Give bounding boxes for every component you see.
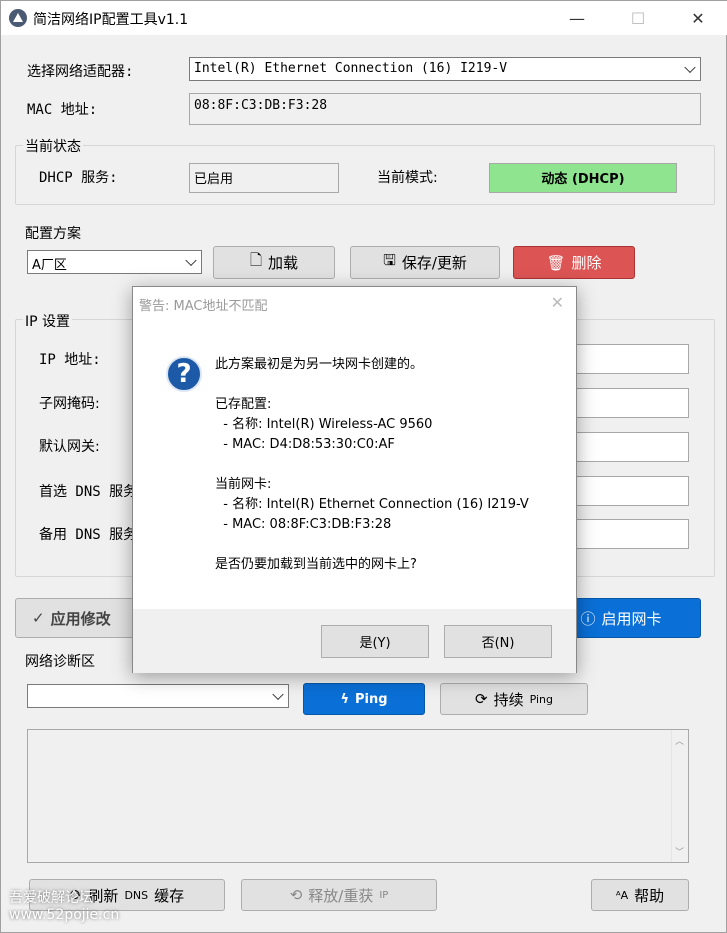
app-icon — [9, 9, 27, 27]
release-renew-button[interactable]: ⟲ 释放/重获 IP — [241, 879, 437, 911]
adapter-select[interactable]: Intel(R) Ethernet Connection (16) I219-V — [189, 57, 701, 81]
power-icon: ⓘ — [580, 609, 596, 628]
file-icon: 🗋 — [249, 251, 263, 269]
profile-title: 配置方案 — [23, 223, 83, 243]
ip-title: IP 设置 — [23, 311, 73, 331]
mask-label: 子网掩码: — [39, 396, 100, 412]
profile-select[interactable]: A厂区 — [27, 250, 202, 274]
ip-input[interactable] — [561, 344, 689, 374]
dialog-close-icon[interactable]: ✕ — [551, 293, 564, 312]
scrollbar[interactable]: ︿ ﹀ — [671, 730, 688, 862]
dialog-question: 是否仍要加载到当前选中的网卡上? — [215, 557, 417, 572]
maximize-button[interactable]: ☐ — [615, 1, 661, 35]
main-window: 简洁网络IP配置工具v1.1 — ☐ ✕ 选择网络适配器: Intel(R) E… — [0, 0, 727, 933]
mask-input[interactable] — [561, 388, 689, 418]
mac-mismatch-dialog: 警告: MAC地址不匹配 ✕ ? 此方案最初是为另一块网卡创建的。 已存配置: … — [132, 286, 577, 673]
continuous-ping-button[interactable]: ⟳ 持续 Ping — [440, 683, 588, 715]
chevron-up-icon[interactable]: ︿ — [675, 734, 684, 747]
profile-value: A厂区 — [32, 258, 67, 273]
watermark-line2: www.52pojie.cn — [9, 907, 120, 923]
dialog-footer: 是(Y) 否(N) — [133, 609, 576, 673]
close-button[interactable]: ✕ — [675, 1, 721, 35]
adapter-label: 选择网络适配器: — [27, 64, 134, 80]
chevron-down-icon — [272, 688, 284, 701]
delete-button[interactable]: 🗑 删除 — [513, 246, 635, 279]
diag-title: 网络诊断区 — [23, 651, 97, 671]
status-title: 当前状态 — [23, 136, 83, 156]
dialog-title: 警告: MAC地址不匹配 — [139, 299, 268, 314]
current-adapter-mac: - MAC: 08:8F:C3:DB:F3:28 — [215, 517, 392, 532]
dialog-message: 此方案最初是为另一块网卡创建的。 — [215, 357, 424, 372]
dns2-input[interactable] — [561, 519, 689, 549]
dns1-input[interactable] — [561, 476, 689, 506]
saved-config-heading: 已存配置: — [215, 397, 272, 412]
dhcp-label: DHCP 服务: — [39, 170, 118, 186]
saved-config-name: - 名称: Intel(R) Wireless-AC 9560 — [215, 417, 433, 432]
mode-badge: 动态 (DHCP) — [489, 163, 677, 193]
yes-button[interactable]: 是(Y) — [321, 625, 429, 658]
chevron-down-icon — [185, 254, 197, 267]
load-button[interactable]: 🗋 加载 — [213, 246, 335, 279]
disk-icon: 🖫 — [383, 251, 396, 269]
ip-label: IP 地址: — [39, 352, 101, 368]
mode-label: 当前模式: — [377, 170, 438, 186]
help-button[interactable]: ᴬA 帮助 — [591, 879, 689, 911]
gateway-label: 默认网关: — [39, 439, 100, 455]
gateway-input[interactable] — [561, 432, 689, 462]
refresh-icon: ⟳ — [475, 690, 488, 708]
dns1-label: 首选 DNS 服务 — [39, 484, 138, 500]
watermark-line1: 吾爱破解论坛 — [9, 890, 93, 906]
ping-button[interactable]: ϟ Ping — [303, 683, 425, 715]
ping-target-select[interactable] — [27, 684, 289, 708]
font-icon: ᴬA — [615, 888, 629, 902]
current-adapter-name: - 名称: Intel(R) Ethernet Connection (16) … — [215, 497, 529, 512]
trash-icon: 🗑 — [546, 253, 566, 272]
mac-label: MAC 地址: — [27, 102, 98, 118]
adapter-value: Intel(R) Ethernet Connection (16) I219-V — [194, 61, 508, 76]
save-button[interactable]: 🖫 保存/更新 — [350, 246, 500, 279]
refresh-icon: ⟲ — [289, 886, 303, 904]
window-title: 简洁网络IP配置工具v1.1 — [33, 12, 189, 28]
current-adapter-heading: 当前网卡: — [215, 477, 272, 492]
dhcp-value: 已启用 — [189, 163, 339, 193]
chevron-down-icon — [684, 61, 696, 74]
lightning-icon: ϟ — [340, 691, 350, 707]
dns2-label: 备用 DNS 服务 — [39, 527, 138, 543]
check-icon: ✓ — [32, 609, 45, 627]
no-button[interactable]: 否(N) — [444, 625, 552, 658]
mac-value: 08:8F:C3:DB:F3:28 — [189, 93, 701, 125]
chevron-down-icon[interactable]: ﹀ — [675, 845, 684, 858]
question-icon: ? — [166, 356, 202, 392]
diag-output[interactable]: ︿ ﹀ — [27, 729, 689, 863]
minimize-button[interactable]: — — [554, 1, 600, 35]
saved-config-mac: - MAC: D4:D8:53:30:C0:AF — [215, 437, 395, 452]
title-bar: 简洁网络IP配置工具v1.1 — ☐ ✕ — [1, 1, 727, 35]
